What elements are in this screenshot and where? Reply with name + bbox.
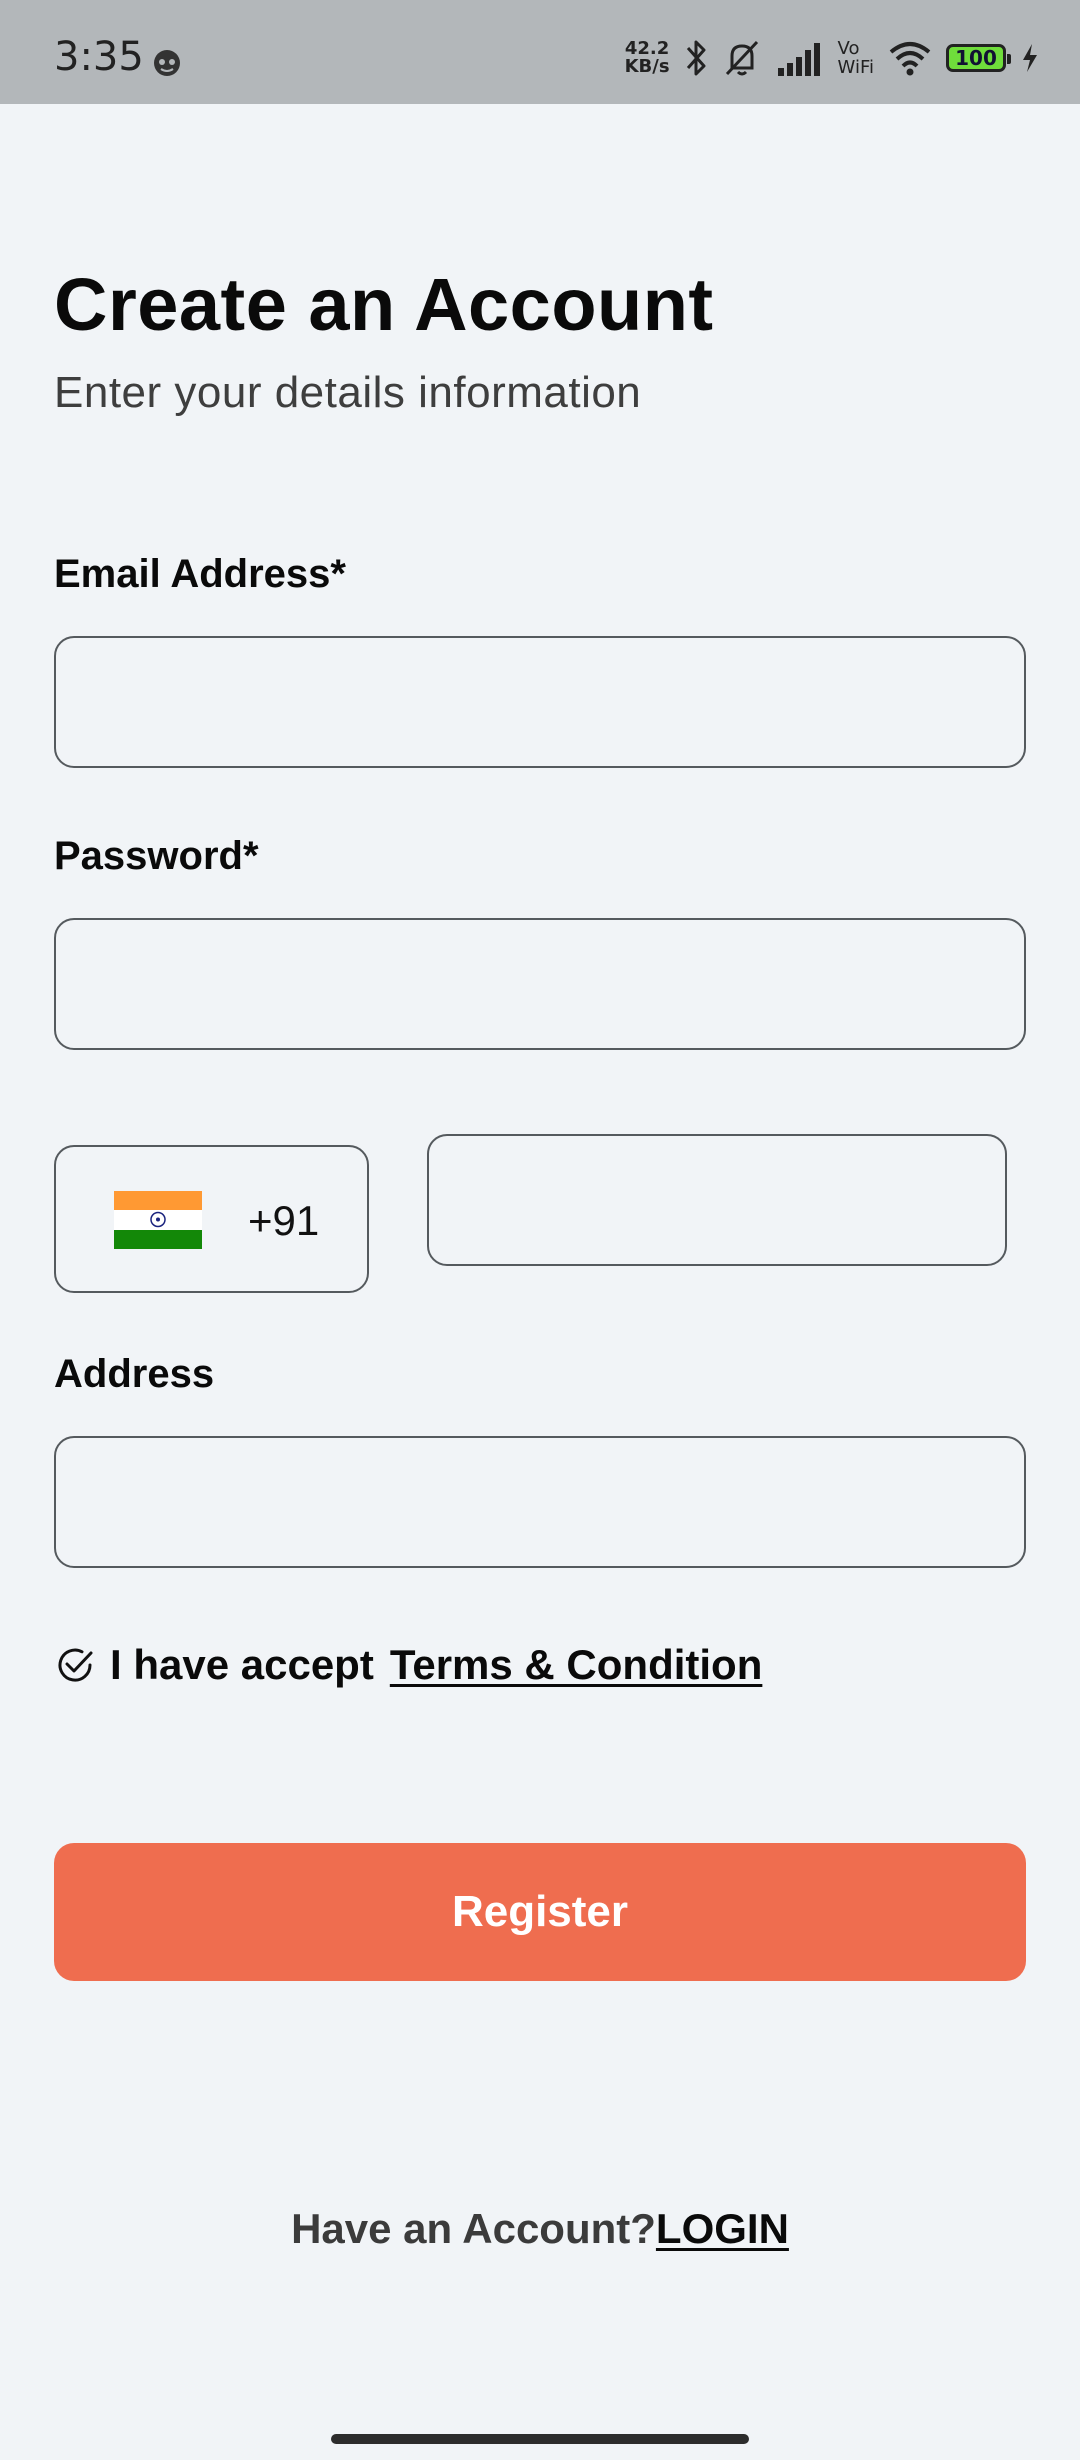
page-subtitle: Enter your details information xyxy=(54,368,642,417)
signal-icon xyxy=(777,43,820,76)
check-circle-icon[interactable] xyxy=(54,1644,96,1686)
home-indicator[interactable] xyxy=(331,2434,749,2444)
country-code: +91 xyxy=(248,1197,320,1244)
terms-text: I have accept xyxy=(110,1641,374,1688)
status-bar: 3:35 42.2 KB/s Vo WiFi 100 xyxy=(0,0,1080,104)
login-row: Have an Account?LOGIN xyxy=(0,2205,1080,2253)
login-link[interactable]: LOGIN xyxy=(656,2205,789,2252)
india-flag-icon xyxy=(114,1191,202,1249)
password-label: Password* xyxy=(54,834,259,878)
battery-icon: 100 xyxy=(946,44,1011,72)
address-field[interactable] xyxy=(56,1438,1024,1566)
terms-link[interactable]: Terms & Condition xyxy=(390,1641,763,1689)
silent-icon xyxy=(725,40,758,76)
status-icons: 42.2 KB/s Vo WiFi 100 xyxy=(625,38,1040,78)
wifi-icon xyxy=(889,42,931,76)
register-button[interactable]: Register xyxy=(54,1843,1026,1981)
network-speed: 42.2 KB/s xyxy=(625,40,670,76)
charging-icon xyxy=(1023,44,1037,72)
email-field[interactable] xyxy=(56,638,1024,766)
bluetooth-icon xyxy=(686,40,706,76)
vowifi-indicator: Vo WiFi xyxy=(838,39,874,77)
address-field-box[interactable] xyxy=(54,1436,1026,1568)
country-code-picker[interactable]: +91 xyxy=(54,1145,369,1293)
phone-field-box[interactable] xyxy=(427,1134,1007,1266)
network-speed-unit: KB/s xyxy=(624,56,670,77)
email-label: Email Address* xyxy=(54,552,346,596)
login-prompt: Have an Account? xyxy=(291,2205,656,2252)
phone-field[interactable] xyxy=(429,1136,1005,1264)
vowifi-bottom: WiFi xyxy=(837,57,874,78)
status-time: 3:35 xyxy=(54,34,144,80)
email-field-box[interactable] xyxy=(54,636,1026,768)
password-field[interactable] xyxy=(56,920,1024,1048)
vowifi-top: Vo xyxy=(837,38,860,59)
password-field-box[interactable] xyxy=(54,918,1026,1050)
terms-row: I have accept Terms & Condition xyxy=(54,1640,762,1690)
battery-level: 100 xyxy=(955,46,997,70)
page-title: Create an Account xyxy=(54,263,714,346)
address-label: Address xyxy=(54,1352,215,1396)
app-notification-icon xyxy=(154,50,180,76)
